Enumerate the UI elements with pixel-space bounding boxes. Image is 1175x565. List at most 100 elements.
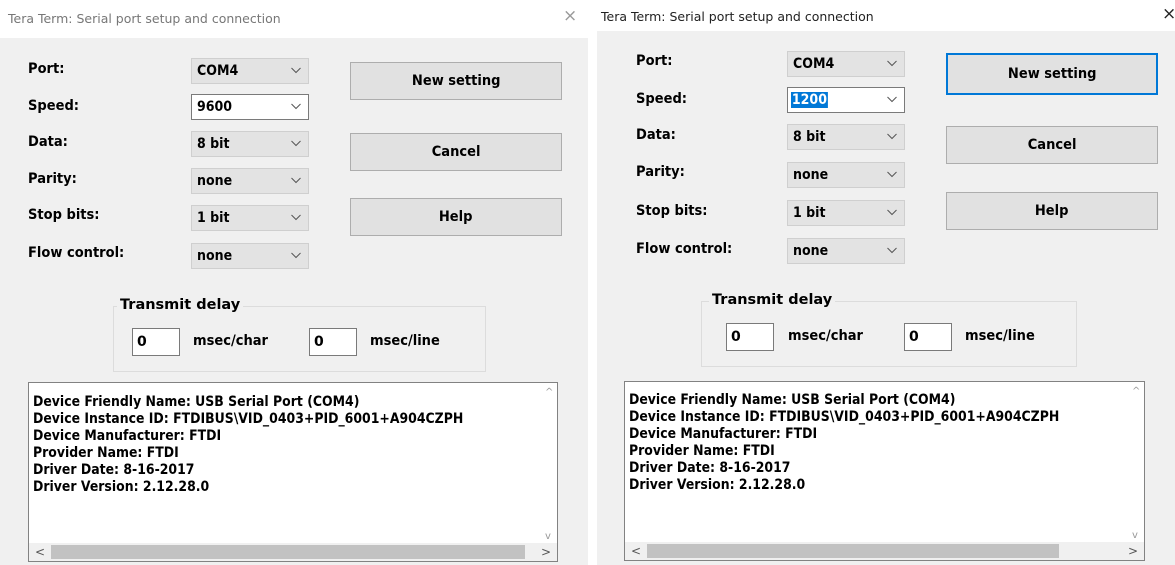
- transmit-delay-title: Transmit delay: [709, 292, 836, 308]
- scroll-thumb[interactable]: [647, 544, 1059, 558]
- chevron-down-icon: [886, 168, 898, 180]
- stop-bits-value: 1 bit: [197, 210, 230, 226]
- line-delay-input[interactable]: 0: [309, 328, 357, 356]
- device-info-line: Device Friendly Name: USB Serial Port (C…: [629, 392, 956, 408]
- parity-select[interactable]: none: [191, 168, 309, 194]
- speed-label: Speed:: [636, 91, 688, 107]
- scroll-down-icon[interactable]: v: [1132, 530, 1138, 541]
- new-setting-label: New setting: [1007, 66, 1097, 82]
- scroll-left-icon[interactable]: <: [631, 544, 641, 558]
- speed-select[interactable]: 9600: [191, 94, 309, 120]
- close-icon[interactable]: ×: [563, 8, 577, 25]
- title-bar: Tera Term: Serial port setup and connect…: [597, 0, 1175, 34]
- speed-value: 1200: [791, 92, 828, 108]
- char-delay-input[interactable]: 0: [726, 323, 774, 351]
- help-label: Help: [439, 209, 473, 225]
- port-select[interactable]: COM4: [191, 58, 309, 84]
- chevron-down-icon: [886, 57, 898, 69]
- chevron-down-icon: [886, 244, 898, 256]
- chevron-down-icon: [886, 130, 898, 142]
- data-label: Data:: [636, 127, 676, 143]
- vertical-scrollbar[interactable]: ^ v: [540, 383, 557, 544]
- new-setting-button[interactable]: New setting: [946, 53, 1158, 95]
- cancel-label: Cancel: [431, 144, 481, 160]
- vertical-scrollbar[interactable]: ^ v: [1127, 382, 1144, 543]
- new-setting-button[interactable]: New setting: [350, 62, 562, 100]
- speed-label: Speed:: [28, 98, 80, 114]
- device-info-line: Device Manufacturer: FTDI: [33, 428, 222, 444]
- device-info-line: Driver Date: 8-16-2017: [629, 460, 791, 476]
- scroll-thumb[interactable]: [51, 545, 525, 559]
- msec-line-label: msec/line: [965, 328, 1035, 344]
- data-select[interactable]: 8 bit: [191, 131, 309, 157]
- port-value: COM4: [793, 56, 835, 72]
- device-info-box[interactable]: Device Friendly Name: USB Serial Port (C…: [624, 381, 1145, 561]
- line-delay-input[interactable]: 0: [904, 323, 952, 351]
- parity-value: none: [197, 173, 233, 189]
- char-delay-value: 0: [731, 329, 741, 345]
- char-delay-value: 0: [137, 334, 147, 350]
- scroll-left-icon[interactable]: <: [35, 545, 45, 559]
- device-info-line: Provider Name: FTDI: [33, 445, 179, 461]
- scroll-down-icon[interactable]: v: [545, 531, 551, 542]
- device-info-line: Driver Date: 8-16-2017: [33, 462, 195, 478]
- cancel-button[interactable]: Cancel: [946, 126, 1158, 164]
- data-select[interactable]: 8 bit: [787, 124, 905, 150]
- stop-bits-value: 1 bit: [793, 205, 826, 221]
- flow-control-select[interactable]: none: [191, 243, 309, 269]
- parity-label: Parity:: [636, 164, 685, 180]
- help-button[interactable]: Help: [350, 198, 562, 236]
- parity-label: Parity:: [28, 171, 77, 187]
- device-info-line: Driver Version: 2.12.28.0: [33, 479, 210, 495]
- dialog-client-area: Port: Speed: Data: Parity: Stop bits: Fl…: [597, 31, 1175, 565]
- stop-bits-select[interactable]: 1 bit: [787, 200, 905, 226]
- scroll-up-icon[interactable]: ^: [1132, 386, 1140, 397]
- transmit-delay-group: Transmit delay 0 msec/char 0 msec/line: [701, 292, 1077, 367]
- chevron-down-icon: [290, 249, 302, 261]
- cancel-label: Cancel: [1027, 137, 1077, 153]
- msec-char-label: msec/char: [193, 333, 268, 349]
- help-button[interactable]: Help: [946, 192, 1158, 230]
- title-bar: Tera Term: Serial port setup and connect…: [0, 0, 588, 34]
- port-label: Port:: [28, 61, 65, 77]
- device-info-line: Driver Version: 2.12.28.0: [629, 477, 806, 493]
- flow-control-label: Flow control:: [28, 245, 125, 261]
- close-icon[interactable]: ×: [1162, 6, 1175, 23]
- stop-bits-label: Stop bits:: [28, 207, 100, 223]
- port-label: Port:: [636, 53, 673, 69]
- cancel-button[interactable]: Cancel: [350, 133, 562, 171]
- serial-setup-dialog-left: Tera Term: Serial port setup and connect…: [0, 0, 588, 565]
- msec-char-label: msec/char: [788, 328, 863, 344]
- data-label: Data:: [28, 134, 68, 150]
- scroll-right-icon[interactable]: >: [541, 545, 551, 559]
- parity-select[interactable]: none: [787, 162, 905, 188]
- dialog-title: Tera Term: Serial port setup and connect…: [8, 11, 281, 26]
- stop-bits-select[interactable]: 1 bit: [191, 205, 309, 231]
- port-select[interactable]: COM4: [787, 51, 905, 77]
- new-setting-label: New setting: [411, 73, 501, 89]
- flow-control-select[interactable]: none: [787, 238, 905, 264]
- chevron-down-icon: [886, 93, 898, 105]
- parity-value: none: [793, 167, 829, 183]
- horizontal-scrollbar[interactable]: < >: [625, 542, 1144, 560]
- stop-bits-label: Stop bits:: [636, 203, 708, 219]
- chevron-down-icon: [290, 137, 302, 149]
- device-info-line: Provider Name: FTDI: [629, 443, 775, 459]
- char-delay-input[interactable]: 0: [132, 328, 180, 356]
- data-value: 8 bit: [197, 136, 230, 152]
- speed-select[interactable]: 1200: [787, 87, 905, 113]
- chevron-down-icon: [290, 100, 302, 112]
- scroll-right-icon[interactable]: >: [1128, 544, 1138, 558]
- device-info-line: Device Friendly Name: USB Serial Port (C…: [33, 394, 360, 410]
- chevron-down-icon: [290, 64, 302, 76]
- flow-control-label: Flow control:: [636, 241, 733, 257]
- horizontal-scrollbar[interactable]: < >: [29, 543, 557, 561]
- help-label: Help: [1035, 203, 1069, 219]
- scroll-up-icon[interactable]: ^: [545, 387, 553, 398]
- device-info-box[interactable]: Device Friendly Name: USB Serial Port (C…: [28, 382, 558, 562]
- port-value: COM4: [197, 63, 239, 79]
- line-delay-value: 0: [314, 334, 324, 350]
- transmit-delay-title: Transmit delay: [117, 297, 244, 313]
- data-value: 8 bit: [793, 129, 826, 145]
- transmit-delay-group: Transmit delay 0 msec/char 0 msec/line: [113, 297, 486, 372]
